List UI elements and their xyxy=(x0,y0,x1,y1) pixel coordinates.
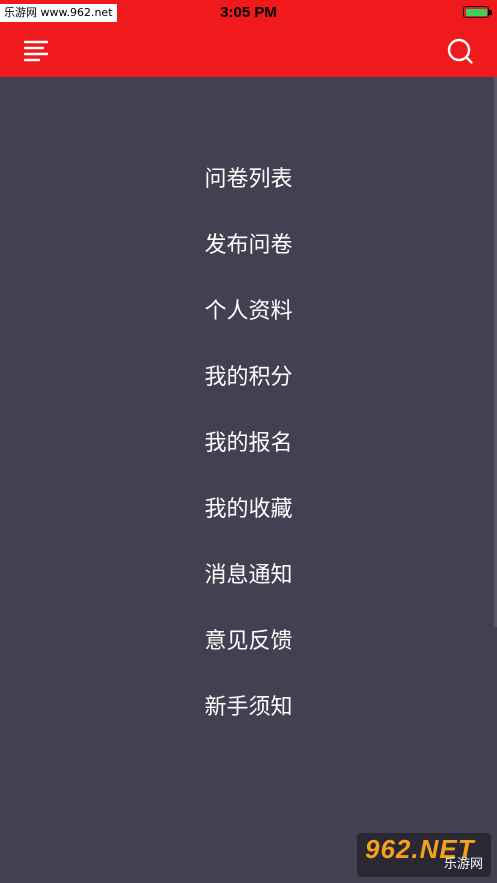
menu-item-my-points[interactable]: 我的积分 xyxy=(0,353,497,403)
menu-item-publish-survey[interactable]: 发布问卷 xyxy=(0,221,497,271)
battery-tip xyxy=(489,10,492,15)
menu-item-notifications[interactable]: 消息通知 xyxy=(0,551,497,601)
menu-item-survey-list[interactable]: 问卷列表 xyxy=(0,155,497,205)
watermark-logo: 962.NET 乐游网 xyxy=(357,833,491,877)
hamburger-menu-icon xyxy=(23,40,49,62)
watermark-sub-text: 乐游网 xyxy=(443,857,483,872)
battery-fill xyxy=(465,8,487,16)
nav-bar xyxy=(0,28,497,77)
menu-item-my-registrations[interactable]: 我的报名 xyxy=(0,419,497,469)
status-time: 3:05 PM xyxy=(220,4,277,21)
menu-item-my-favorites[interactable]: 我的收藏 xyxy=(0,485,497,535)
battery-icon xyxy=(463,6,489,18)
search-button[interactable] xyxy=(443,34,479,70)
menu-item-feedback[interactable]: 意见反馈 xyxy=(0,617,497,667)
menu-item-profile[interactable]: 个人资料 xyxy=(0,287,497,337)
menu-button[interactable] xyxy=(16,36,56,68)
status-bar: 乐游网 www.962.net 3:05 PM xyxy=(0,0,497,28)
menu-item-beginner-guide[interactable]: 新手须知 xyxy=(0,683,497,733)
drawer-menu: 问卷列表 发布问卷 个人资料 我的积分 我的报名 我的收藏 消息通知 意见反馈 … xyxy=(0,77,497,883)
search-icon xyxy=(447,38,473,64)
